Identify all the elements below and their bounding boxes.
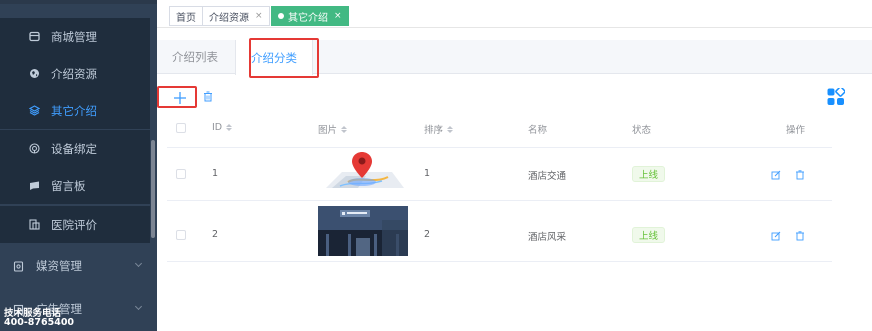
sidebar-item-label: 介绍资源 <box>51 66 97 81</box>
sidebar-group-media[interactable]: 媒资管理 <box>0 247 157 285</box>
edit-icon[interactable] <box>771 231 781 241</box>
column-header-image[interactable]: 图片 <box>318 122 348 136</box>
sidebar-item-label: 医院评价 <box>51 217 97 232</box>
sidebar-item-device-binding[interactable]: 设备绑定 <box>0 130 150 167</box>
row-name: 酒店交通 <box>528 171 567 182</box>
column-header-id[interactable]: ID <box>212 122 233 133</box>
row-id: 1 <box>212 168 219 179</box>
tag-label: 其它介绍 <box>288 12 328 24</box>
delete-button[interactable] <box>203 91 215 105</box>
tag-home[interactable]: 首页 <box>169 6 203 26</box>
sort-icon[interactable] <box>341 125 348 133</box>
tags-view: 首页 介绍资源 × 其它介绍 × <box>157 0 872 28</box>
device-icon <box>28 143 40 155</box>
status-badge: 上线 <box>632 227 666 243</box>
main-content: 介绍列表 介绍分类 ID 图片 排序 名称 状态 操作 1 1 酒店交通 上线 … <box>157 28 872 331</box>
sidebar-item-hospital-review[interactable]: 医院评价 <box>0 206 150 243</box>
tag-label: 首页 <box>176 12 196 24</box>
row-sort: 1 <box>424 168 431 179</box>
tab-label: 介绍列表 <box>172 50 218 64</box>
layers-icon <box>28 105 40 117</box>
edit-icon[interactable] <box>771 170 781 180</box>
sort-icon[interactable] <box>447 125 454 133</box>
tab-intro-list[interactable]: 介绍列表 <box>172 40 218 74</box>
sidebar-scrollbar[interactable] <box>151 140 155 238</box>
table-divider <box>167 261 832 262</box>
active-dot-icon <box>278 13 284 19</box>
row-checkbox[interactable] <box>176 230 186 240</box>
sidebar-item-other-intro[interactable]: 其它介绍 <box>0 92 150 129</box>
map-pin-illustration <box>318 148 408 198</box>
column-label: 名称 <box>528 125 548 136</box>
close-icon[interactable]: × <box>255 11 263 21</box>
column-header-name: 名称 <box>528 122 547 136</box>
sidebar-item-label: 商城管理 <box>51 29 97 44</box>
column-label: 状态 <box>632 125 652 136</box>
trash-icon[interactable] <box>795 170 805 180</box>
tag-intro-resources[interactable]: 介绍资源 × <box>202 6 270 26</box>
sidebar-item-label: 其它介绍 <box>51 103 97 118</box>
column-header-sort[interactable]: 排序 <box>424 122 454 136</box>
tag-other-intro[interactable]: 其它介绍 × <box>271 6 349 26</box>
chevron-down-icon <box>134 259 143 268</box>
status-label: 上线 <box>639 231 659 242</box>
highlight-box-add <box>157 86 197 108</box>
column-label: 图片 <box>318 125 338 136</box>
trash-icon <box>204 91 212 102</box>
table-divider <box>167 200 832 201</box>
column-header-actions: 操作 <box>786 122 805 136</box>
row-id: 2 <box>212 229 219 240</box>
message-icon <box>28 180 40 192</box>
support-phone-number: 400-8765400 <box>4 317 75 328</box>
status-label: 上线 <box>639 170 659 181</box>
media-icon <box>12 260 24 272</box>
grid-icon[interactable] <box>827 86 846 106</box>
trash-icon[interactable] <box>795 231 805 241</box>
sidebar: 商城管理 介绍资源 其它介绍 设备绑定 留言板 医院评价 媒资管理 广告管理 技… <box>0 0 157 331</box>
chevron-down-icon <box>134 302 143 311</box>
sidebar-top-edge <box>0 0 157 4</box>
select-all-checkbox[interactable] <box>176 123 186 133</box>
sidebar-item-message-board[interactable]: 留言板 <box>0 167 150 204</box>
sidebar-item-shop[interactable]: 商城管理 <box>0 18 150 55</box>
column-label: 排序 <box>424 125 444 136</box>
column-label: 操作 <box>786 125 806 136</box>
sidebar-group-label: 媒资管理 <box>36 259 82 273</box>
sidebar-item-label: 设备绑定 <box>51 141 97 156</box>
hotel-photo <box>318 206 408 256</box>
shop-icon <box>28 31 40 43</box>
table-divider <box>167 147 832 148</box>
sort-icon[interactable] <box>226 124 233 131</box>
sidebar-item-intro-resources[interactable]: 介绍资源 <box>0 55 150 92</box>
comment-icon <box>28 219 40 231</box>
row-sort: 2 <box>424 229 431 240</box>
row-checkbox[interactable] <box>176 169 186 179</box>
row-name: 酒店风采 <box>528 232 567 243</box>
highlight-box-tab <box>249 38 319 78</box>
column-label: ID <box>212 122 223 133</box>
tag-label: 介绍资源 <box>209 12 249 24</box>
close-icon[interactable]: × <box>334 11 342 21</box>
globe-icon <box>28 68 40 80</box>
column-header-status: 状态 <box>632 122 651 136</box>
sidebar-item-label: 留言板 <box>51 178 86 193</box>
status-badge: 上线 <box>632 166 666 182</box>
